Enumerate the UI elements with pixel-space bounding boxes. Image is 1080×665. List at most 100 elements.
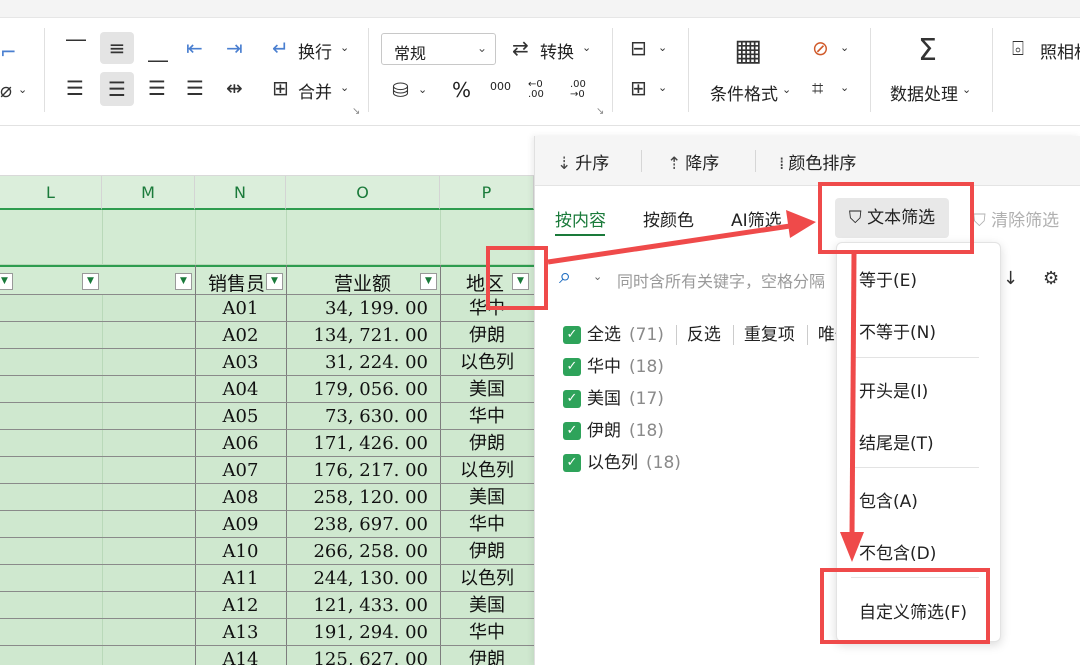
justify-icon[interactable]: ☰ xyxy=(186,78,204,98)
cell-revenue[interactable]: 121, 433. 00 xyxy=(286,592,436,619)
menu-item-equals[interactable]: 等于(E) xyxy=(859,266,917,291)
data-process-button[interactable]: 数据处理 xyxy=(890,80,958,105)
column-header-n[interactable]: N xyxy=(195,176,286,210)
column-header-o[interactable]: O xyxy=(286,176,440,210)
tab-by-color[interactable]: 按颜色 xyxy=(643,206,694,231)
checkbox-checked-icon[interactable]: ✓ xyxy=(563,326,581,344)
chevron-down-icon[interactable]: ⌄ xyxy=(340,42,349,53)
filter-dropdown-icon[interactable]: ▼ xyxy=(82,273,99,290)
cell-salesperson[interactable]: A06 xyxy=(195,430,286,457)
table-row[interactable]: A02 134, 721. 00 伊朗 xyxy=(0,322,534,349)
cell-region[interactable]: 伊朗 xyxy=(440,538,534,565)
checkbox-checked-icon[interactable]: ✓ xyxy=(563,422,581,440)
align-center-icon[interactable]: ☰ xyxy=(100,72,134,106)
cell-salesperson[interactable]: A10 xyxy=(195,538,286,565)
cell-region[interactable]: 以色列 xyxy=(440,457,534,484)
cell-salesperson[interactable]: A13 xyxy=(195,619,286,646)
camera-button[interactable]: 照相机 xyxy=(1040,38,1080,63)
borders-icon[interactable]: ⌗ xyxy=(812,78,823,98)
currency-icon[interactable]: ⛁ xyxy=(392,80,409,100)
cell-region[interactable]: 美国 xyxy=(440,484,534,511)
chevron-down-icon[interactable]: ⌄ xyxy=(582,42,591,53)
align-left-icon[interactable]: ☰ xyxy=(66,78,84,98)
list-item[interactable]: ✓ 华中 (18) xyxy=(563,352,664,378)
list-item[interactable]: ✓ 伊朗 (18) xyxy=(563,416,664,442)
align-top-icon[interactable]: ⎺ xyxy=(66,38,86,58)
dialog-launcher-icon[interactable]: ↘ xyxy=(596,106,604,117)
conditional-format-button[interactable]: 条件格式 xyxy=(710,80,778,105)
convert-icon[interactable]: ⇄ xyxy=(512,38,529,58)
cell-region[interactable]: 美国 xyxy=(440,376,534,403)
table-row[interactable]: A14 125, 627. 00 伊朗 xyxy=(0,646,534,665)
decrease-decimal-button[interactable]: .00 →0 xyxy=(570,80,596,100)
cell-salesperson[interactable]: A09 xyxy=(195,511,286,538)
filter-dropdown-icon[interactable]: ▼ xyxy=(420,273,437,290)
cell-revenue[interactable]: 179, 056. 00 xyxy=(286,376,436,403)
cell-salesperson[interactable]: A01 xyxy=(195,295,286,322)
chevron-down-icon[interactable]: ⌄ xyxy=(18,84,27,95)
partial-align-icon[interactable]: ⌐ xyxy=(0,42,17,62)
merge-cells-icon[interactable]: ⊞ xyxy=(272,78,289,98)
table-row[interactable]: A01 34, 199. 00 华中 xyxy=(0,295,534,322)
cell-revenue[interactable]: 244, 130. 00 xyxy=(286,565,436,592)
list-item[interactable]: ✓ 美国 (17) xyxy=(563,384,664,410)
increase-decimal-button[interactable]: ←0 .00 xyxy=(528,80,554,100)
menu-item-begins-with[interactable]: 开头是(I) xyxy=(859,377,928,402)
tab-ai-filter[interactable]: AI筛选 xyxy=(731,206,791,231)
table-row[interactable]: A09 238, 697. 00 华中 xyxy=(0,511,534,538)
filter-dropdown-icon[interactable]: ▼ xyxy=(175,273,192,290)
sort-arrow-icon[interactable]: ↓ xyxy=(1003,268,1018,289)
align-middle-icon[interactable]: ≡ xyxy=(100,32,134,64)
cell-salesperson[interactable]: A03 xyxy=(195,349,286,376)
table-row[interactable]: A10 266, 258. 00 伊朗 xyxy=(0,538,534,565)
column-header-m[interactable]: M xyxy=(102,176,195,210)
cell-revenue[interactable]: 34, 199. 00 xyxy=(286,295,436,322)
cell-region[interactable]: 以色列 xyxy=(440,349,534,376)
cell-region[interactable]: 华中 xyxy=(440,403,534,430)
tab-by-content[interactable]: 按内容 xyxy=(555,206,606,231)
chevron-down-icon[interactable]: ⌄ xyxy=(658,42,667,53)
cell-region[interactable]: 以色列 xyxy=(440,565,534,592)
chevron-down-icon[interactable]: ⌄ xyxy=(658,82,667,93)
list-item[interactable]: ✓ 以色列 (18) xyxy=(563,448,681,474)
table-row[interactable]: A06 171, 426. 00 伊朗 xyxy=(0,430,534,457)
camera-icon[interactable]: ⌻ xyxy=(1012,38,1024,58)
chevron-down-icon[interactable]: ⌄ xyxy=(840,42,849,53)
table-row[interactable]: A05 73, 630. 00 华中 xyxy=(0,403,534,430)
sort-by-color-button[interactable]: ⁞ 颜色排序 xyxy=(779,149,856,174)
filter-dropdown-icon[interactable]: ▼ xyxy=(266,273,283,290)
cell-region[interactable]: 华中 xyxy=(440,511,534,538)
cell-revenue[interactable]: 191, 294. 00 xyxy=(286,619,436,646)
dialog-launcher-icon[interactable]: ↘ xyxy=(352,106,360,117)
align-bottom-icon[interactable]: ⎽ xyxy=(148,40,168,60)
cell-revenue[interactable]: 176, 217. 00 xyxy=(286,457,436,484)
filter-dropdown-icon[interactable]: ▼ xyxy=(0,273,13,290)
duplicates-link[interactable]: 重复项 xyxy=(732,325,795,345)
cell-revenue[interactable]: 238, 697. 00 xyxy=(286,511,436,538)
checkbox-checked-icon[interactable]: ✓ xyxy=(563,358,581,376)
cell-revenue[interactable]: 266, 258. 00 xyxy=(286,538,436,565)
cell-revenue[interactable]: 125, 627. 00 xyxy=(286,646,436,665)
blank-rows[interactable] xyxy=(0,210,534,265)
menu-item-not-equals[interactable]: 不等于(N) xyxy=(859,318,936,343)
table-row[interactable]: A03 31, 224. 00 以色列 xyxy=(0,349,534,376)
cell-region[interactable]: 美国 xyxy=(440,592,534,619)
filter-search[interactable]: ⌕ ⌄ 同时含所有关键字，空格分隔 xyxy=(559,260,849,296)
cell-revenue[interactable]: 258, 120. 00 xyxy=(286,484,436,511)
filter-settings-icon[interactable]: ⚙ xyxy=(1043,268,1059,289)
menu-item-contains[interactable]: 包含(A) xyxy=(859,487,918,512)
search-icon[interactable]: ⌕ xyxy=(559,264,571,289)
chevron-down-icon[interactable]: ⌄ xyxy=(418,84,427,95)
cell-region[interactable]: 伊朗 xyxy=(440,430,534,457)
align-right-icon[interactable]: ☰ xyxy=(148,78,166,98)
table-row[interactable]: A07 176, 217. 00 以色列 xyxy=(0,457,534,484)
cell-region[interactable]: 伊朗 xyxy=(440,646,534,665)
conditional-format-icon[interactable]: ▦ xyxy=(734,36,762,66)
menu-item-not-contains[interactable]: 不包含(D) xyxy=(859,539,936,564)
decrease-indent-icon[interactable]: ⇤ xyxy=(186,38,203,58)
column-header-p[interactable]: P xyxy=(440,176,534,210)
table-row[interactable]: A04 179, 056. 00 美国 xyxy=(0,376,534,403)
table-row[interactable]: A12 121, 433. 00 美国 xyxy=(0,592,534,619)
number-format-select[interactable]: 常规 ⌄ xyxy=(381,33,496,65)
cell-revenue[interactable]: 73, 630. 00 xyxy=(286,403,436,430)
